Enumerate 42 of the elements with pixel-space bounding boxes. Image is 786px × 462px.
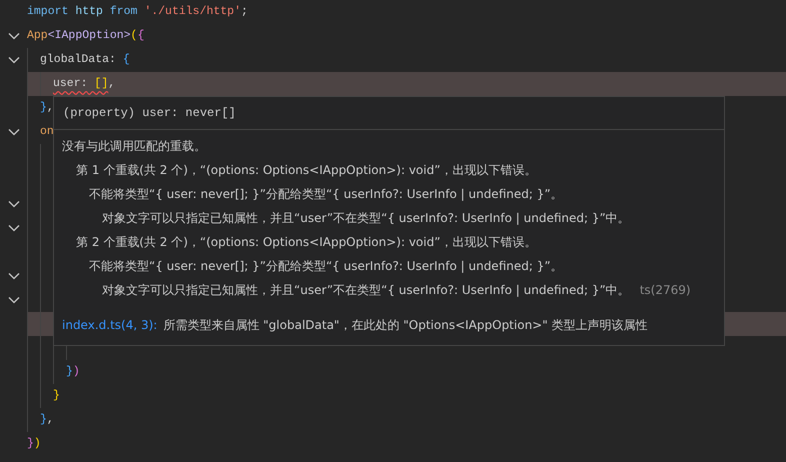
type-signature: (property) user: never[] — [63, 105, 236, 122]
error-message: 没有与此调用匹配的重载。 — [62, 138, 206, 155]
error-message: 不能将类型“{ user: never[]; }”分配给类型“{ userInfo?: UserInfo | undefined; }”。 — [89, 258, 563, 275]
code-token: <IAppOption> — [48, 28, 131, 44]
fold-chevron-icon[interactable] — [8, 128, 20, 136]
code-token: ( — [130, 28, 138, 44]
code-token: } — [66, 364, 73, 380]
code-token: globalData: — [40, 52, 116, 68]
code-token: './utils/http' — [143, 4, 241, 20]
fold-chevron-icon[interactable] — [8, 32, 20, 40]
error-message: 第 1 个重载(共 2 个)，“(options: Options<IAppOption>): void”，出现以下错误。 — [76, 162, 536, 179]
code-token: from — [108, 4, 138, 20]
code-token: user: — [53, 76, 88, 92]
code-token: , — [46, 412, 54, 428]
related-info-text: 所需类型来自属性 "globalData"，在此处的 "Options<IAppOption>" 类型上声明该属性 — [163, 317, 648, 334]
code-token: } — [40, 412, 47, 428]
fold-chevron-icon[interactable] — [8, 224, 20, 232]
code-token: { — [137, 28, 144, 44]
fold-chevron-icon[interactable] — [8, 272, 20, 280]
code-token: on — [40, 124, 54, 140]
code-token: } — [40, 100, 47, 116]
fold-chevron-icon[interactable] — [8, 296, 20, 304]
error-message: 对象文字可以只指定已知属性，并且“user”不在类型“{ userInfo?: UserInfo | undefined; }”中。 — [102, 210, 630, 227]
error-message: 对象文字可以只指定已知属性，并且“user”不在类型“{ userInfo?: UserInfo | undefined; }”中。 — [102, 282, 630, 299]
error-code: ts(2769) — [640, 282, 691, 299]
code-token: { — [122, 52, 130, 68]
error-message: 第 2 个重载(共 2 个)，“(options: Options<IAppOption>): void”，出现以下错误。 — [76, 234, 536, 251]
fold-chevron-icon[interactable] — [8, 56, 20, 64]
code-token: ) — [72, 364, 80, 380]
definition-link[interactable]: index.d.ts(4, 3): — [62, 316, 158, 334]
fold-chevron-icon[interactable] — [8, 200, 20, 208]
code-token: } — [53, 388, 60, 404]
code-token: import — [27, 4, 68, 20]
code-token: [] — [93, 76, 108, 92]
code-token: , — [108, 76, 116, 92]
error-message: 不能将类型“{ user: never[]; }”分配给类型“{ userInfo?: UserInfo | undefined; }”。 — [89, 186, 563, 203]
code-token: , — [46, 100, 54, 116]
code-token: http — [74, 4, 103, 20]
code-token: } — [27, 436, 34, 452]
code-token: ) — [34, 436, 41, 452]
code-token: ; — [240, 4, 248, 20]
code-token: App — [27, 28, 48, 44]
